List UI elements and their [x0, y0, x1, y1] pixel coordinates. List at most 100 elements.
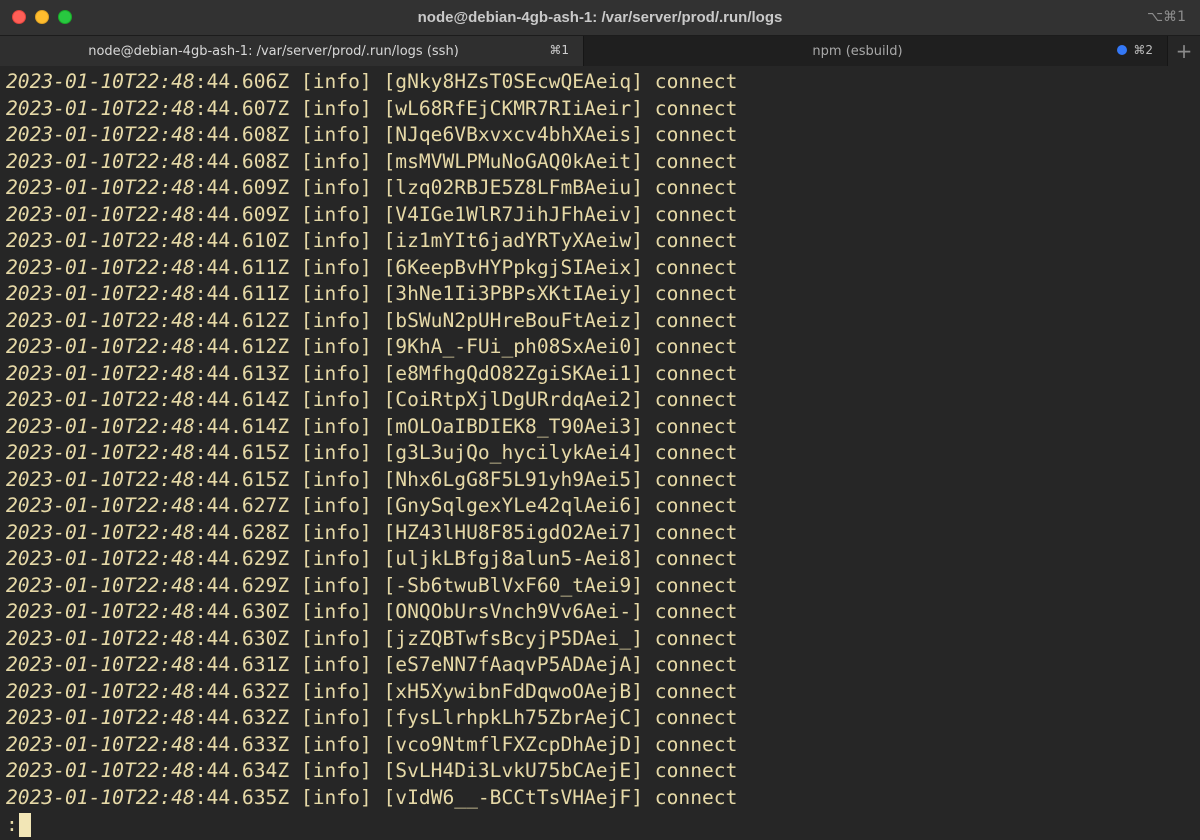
log-line: 2023-01-10T22:48:44.611Z [info] [3hNe1Ii… — [6, 281, 1200, 308]
log-line: 2023-01-10T22:48:44.630Z [info] [jzZQBTw… — [6, 626, 1200, 653]
tab-label: npm (esbuild) — [812, 43, 903, 59]
log-line-rest: :44.615Z [info] [Nhx6LgG8F5L91yh9Aei5] c… — [194, 467, 738, 491]
log-timestamp-date: 2023-01-10T22:48 — [6, 467, 195, 491]
log-timestamp-date: 2023-01-10T22:48 — [6, 229, 195, 252]
log-line: 2023-01-10T22:48:44.608Z [info] [msMVWLP… — [6, 149, 1200, 176]
log-line: 2023-01-10T22:48:44.634Z [info] [SvLH4Di… — [6, 758, 1200, 785]
new-tab-button[interactable]: + — [1168, 36, 1200, 66]
log-line-rest: :44.629Z [info] [-Sb6twuBlVxF60_tAei9] c… — [194, 573, 738, 597]
tab-shortcut: ⌘2 — [1117, 43, 1153, 57]
log-timestamp-date: 2023-01-10T22:48 — [6, 96, 195, 120]
log-line-rest: :44.635Z [info] [vIdW6__-BCCtTsVHAejF] c… — [194, 785, 738, 809]
tab-shortcut-label: ⌘1 — [549, 43, 569, 57]
log-line: 2023-01-10T22:48:44.614Z [info] [CoiRtpX… — [6, 387, 1200, 414]
log-line: 2023-01-10T22:48:44.632Z [info] [fysLlrh… — [6, 705, 1200, 732]
log-timestamp-date: 2023-01-10T22:48 — [6, 202, 195, 226]
log-timestamp-date: 2023-01-10T22:48 — [6, 361, 195, 385]
log-line: 2023-01-10T22:48:44.629Z [info] [uljkLBf… — [6, 546, 1200, 573]
pager-prompt-text: : — [6, 813, 18, 836]
log-timestamp-date: 2023-01-10T22:48 — [6, 520, 195, 544]
log-line: 2023-01-10T22:48:44.631Z [info] [eS7eNN7… — [6, 652, 1200, 679]
log-timestamp-date: 2023-01-10T22:48 — [6, 785, 195, 809]
log-timestamp-date: 2023-01-10T22:48 — [6, 679, 195, 703]
log-line-rest: :44.631Z [info] [eS7eNN7fAaqvP5ADAejA] c… — [194, 653, 738, 676]
log-timestamp-date: 2023-01-10T22:48 — [6, 600, 195, 623]
log-line-rest: :44.632Z [info] [xH5XywibnFdDqwoOAejB] c… — [194, 679, 738, 703]
log-line-rest: :44.632Z [info] [fysLlrhpkLh75ZbrAejC] c… — [194, 706, 738, 729]
log-line: 2023-01-10T22:48:44.612Z [info] [9KhA_-F… — [6, 334, 1200, 361]
log-line: 2023-01-10T22:48:44.615Z [info] [g3L3ujQ… — [6, 440, 1200, 467]
log-line: 2023-01-10T22:48:44.611Z [info] [6KeepBv… — [6, 255, 1200, 282]
tab-shortcut-label: ⌘2 — [1133, 43, 1153, 57]
log-line: 2023-01-10T22:48:44.633Z [info] [vco9Ntm… — [6, 732, 1200, 759]
log-line: 2023-01-10T22:48:44.606Z [info] [gNky8HZ… — [6, 69, 1200, 96]
log-line-rest: :44.612Z [info] [bSWuN2pUHreBouFtAeiz] c… — [194, 308, 738, 332]
log-line: 2023-01-10T22:48:44.613Z [info] [e8MfhgQ… — [6, 361, 1200, 388]
log-timestamp-date: 2023-01-10T22:48 — [6, 123, 195, 146]
zoom-window-button[interactable] — [58, 10, 72, 24]
log-line-rest: :44.611Z [info] [3hNe1Ii3PBPsXKtIAeiy] c… — [194, 282, 738, 305]
minimize-window-button[interactable] — [35, 10, 49, 24]
log-line: 2023-01-10T22:48:44.609Z [info] [V4IGe1W… — [6, 202, 1200, 229]
log-timestamp-date: 2023-01-10T22:48 — [6, 388, 195, 411]
log-line: 2023-01-10T22:48:44.610Z [info] [iz1mYIt… — [6, 228, 1200, 255]
log-timestamp-date: 2023-01-10T22:48 — [6, 626, 195, 650]
activity-indicator-icon — [1117, 45, 1128, 55]
log-timestamp-date: 2023-01-10T22:48 — [6, 149, 195, 173]
log-line-rest: :44.609Z [info] [V4IGe1WlR7JihJFhAeiv] c… — [194, 202, 738, 226]
log-timestamp-date: 2023-01-10T22:48 — [6, 573, 195, 597]
log-line-rest: :44.630Z [info] [ONQObUrsVnch9Vv6Aei-] c… — [194, 600, 738, 623]
log-line-rest: :44.627Z [info] [GnySqlgexYLe42qlAei6] c… — [194, 494, 738, 517]
tab-ssh-logs[interactable]: node@debian-4gb-ash-1: /var/server/prod/… — [0, 36, 584, 66]
log-line-rest: :44.614Z [info] [mOLOaIBDIEK8_T90Aei3] c… — [194, 414, 738, 438]
close-window-button[interactable] — [12, 10, 26, 24]
log-timestamp-date: 2023-01-10T22:48 — [6, 732, 195, 756]
log-timestamp-date: 2023-01-10T22:48 — [6, 282, 195, 305]
log-line-rest: :44.615Z [info] [g3L3ujQo_hycilykAei4] c… — [194, 441, 738, 464]
log-timestamp-date: 2023-01-10T22:48 — [6, 176, 195, 199]
tab-bar: node@debian-4gb-ash-1: /var/server/prod/… — [0, 36, 1200, 66]
log-timestamp-date: 2023-01-10T22:48 — [6, 653, 195, 676]
log-timestamp-date: 2023-01-10T22:48 — [6, 547, 195, 570]
log-line: 2023-01-10T22:48:44.627Z [info] [GnySqlg… — [6, 493, 1200, 520]
title-bar[interactable]: node@debian-4gb-ash-1: /var/server/prod/… — [0, 0, 1200, 36]
log-line-rest: :44.613Z [info] [e8MfhgQdO82ZgiSKAei1] c… — [194, 361, 738, 385]
pager-prompt[interactable]: : — [6, 811, 1200, 839]
plus-icon: + — [1175, 39, 1193, 63]
log-line-rest: :44.608Z [info] [msMVWLPMuNoGAQ0kAeit] c… — [194, 149, 738, 173]
log-line-rest: :44.606Z [info] [gNky8HZsT0SEcwQEAeiq] c… — [194, 70, 738, 93]
log-line: 2023-01-10T22:48:44.609Z [info] [lzq02RB… — [6, 175, 1200, 202]
log-line: 2023-01-10T22:48:44.635Z [info] [vIdW6__… — [6, 785, 1200, 812]
log-line: 2023-01-10T22:48:44.630Z [info] [ONQObUr… — [6, 599, 1200, 626]
log-timestamp-date: 2023-01-10T22:48 — [6, 759, 195, 782]
log-line: 2023-01-10T22:48:44.615Z [info] [Nhx6LgG… — [6, 467, 1200, 494]
log-line: 2023-01-10T22:48:44.612Z [info] [bSWuN2p… — [6, 308, 1200, 335]
log-line-rest: :44.630Z [info] [jzZQBTwfsBcyjP5DAei_] c… — [194, 626, 738, 650]
log-line: 2023-01-10T22:48:44.608Z [info] [NJqe6VB… — [6, 122, 1200, 149]
log-line-rest: :44.609Z [info] [lzq02RBJE5Z8LFmBAeiu] c… — [194, 176, 738, 199]
log-line-rest: :44.612Z [info] [9KhA_-FUi_ph08SxAei0] c… — [194, 335, 738, 358]
tab-label: node@debian-4gb-ash-1: /var/server/prod/… — [88, 43, 459, 59]
text-cursor — [18, 813, 31, 837]
log-timestamp-date: 2023-01-10T22:48 — [6, 335, 195, 358]
window-controls — [12, 10, 72, 24]
log-line: 2023-01-10T22:48:44.628Z [info] [HZ43lHU… — [6, 520, 1200, 547]
log-line-rest: :44.607Z [info] [wL68RfEjCKMR7RIiAeir] c… — [194, 96, 738, 120]
tab-npm-esbuild[interactable]: npm (esbuild) ⌘2 — [584, 36, 1168, 66]
log-line-rest: :44.633Z [info] [vco9NtmflFXZcpDhAejD] c… — [194, 732, 738, 756]
log-line-rest: :44.608Z [info] [NJqe6VBxvxcv4bhXAeis] c… — [194, 123, 738, 146]
log-timestamp-date: 2023-01-10T22:48 — [6, 494, 195, 517]
log-line-rest: :44.629Z [info] [uljkLBfgj8alun5-Aei8] c… — [194, 547, 738, 570]
log-timestamp-date: 2023-01-10T22:48 — [6, 308, 195, 332]
log-timestamp-date: 2023-01-10T22:48 — [6, 706, 195, 729]
log-line-rest: :44.628Z [info] [HZ43lHU8F85igdO2Aei7] c… — [194, 520, 738, 544]
terminal-output[interactable]: 2023-01-10T22:48 :44.606Z [info] [gNky8HZ… — [0, 67, 1200, 840]
log-timestamp-date: 2023-01-10T22:48 — [6, 441, 195, 464]
log-line-rest: :44.634Z [info] [SvLH4Di3LvkU75bCAejE] c… — [194, 759, 738, 782]
tab-shortcut: ⌘1 — [549, 43, 569, 57]
terminal-window: node@debian-4gb-ash-1: /var/server/prod/… — [0, 0, 1200, 840]
log-line: 2023-01-10T22:48:44.632Z [info] [xH5Xywi… — [6, 679, 1200, 706]
log-line: 2023-01-10T22:48:44.614Z [info] [mOLOaIB… — [6, 414, 1200, 441]
log-line-rest: :44.614Z [info] [CoiRtpXjlDgURrdqAei2] c… — [194, 388, 738, 411]
window-shortcut-hint: ⌥⌘1 — [1146, 9, 1186, 25]
